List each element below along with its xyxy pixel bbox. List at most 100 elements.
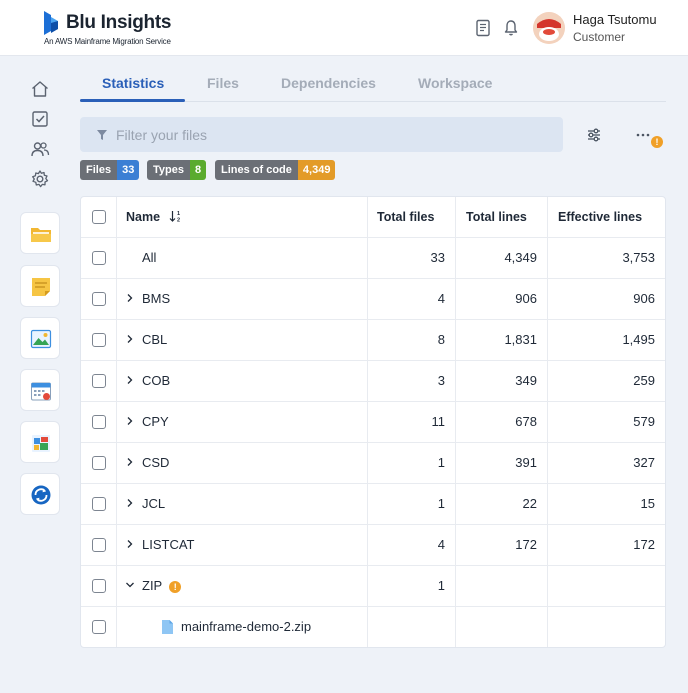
row-checkbox[interactable] (92, 579, 106, 593)
user-name[interactable]: Haga Tsutomu (573, 12, 657, 27)
chevron-right-icon[interactable] (125, 498, 135, 508)
tab-workspace[interactable]: Workspace (418, 75, 492, 91)
row-total-files: 3 (437, 373, 445, 388)
sync-icon (31, 485, 51, 505)
row-checkbox[interactable] (92, 374, 106, 388)
types-count-badge: Types 8 (147, 160, 207, 180)
logo-subtitle: An AWS Mainframe Migration Service (44, 37, 171, 46)
filter-bar (80, 117, 563, 152)
row-total-lines: 22 (522, 496, 537, 511)
row-name[interactable]: mainframe-demo-2.zip (181, 607, 311, 647)
file-icon (162, 620, 173, 634)
sort-icon[interactable]: 1 2 (169, 209, 183, 224)
row-effective-lines (547, 607, 655, 647)
row-total-files: 1 (437, 455, 445, 470)
table-row[interactable]: ZIP! 1 (81, 566, 665, 607)
sliders-icon[interactable] (582, 123, 606, 147)
app-tile-calendar[interactable] (20, 369, 60, 411)
app-tile-sync[interactable] (20, 473, 60, 515)
table-row[interactable]: JCL 1 22 15 (81, 484, 665, 525)
chevron-right-icon[interactable] (125, 416, 135, 426)
select-all-checkbox[interactable] (92, 210, 106, 224)
row-total-files: 8 (437, 332, 445, 347)
bell-icon[interactable] (503, 19, 519, 37)
row-name: ZIP! (142, 566, 182, 606)
table-row[interactable]: BMS 4 906 906 (81, 279, 665, 320)
user-role: Customer (573, 30, 626, 44)
tasks-icon[interactable] (30, 109, 50, 129)
row-checkbox[interactable] (92, 415, 106, 429)
image-icon (30, 329, 52, 349)
home-icon[interactable] (30, 79, 50, 99)
col-effective-lines[interactable]: Effective lines (558, 197, 642, 237)
col-total-files[interactable]: Total files (377, 197, 434, 237)
row-total-lines: 391 (515, 455, 537, 470)
chevron-right-icon[interactable] (125, 539, 135, 549)
lines-of-code-badge: Lines of code 4,349 (215, 160, 336, 180)
row-total-lines: 349 (515, 373, 537, 388)
documentation-icon[interactable] (475, 19, 491, 37)
badge-label: Types (147, 160, 190, 180)
row-checkbox[interactable] (92, 292, 106, 306)
chevron-right-icon[interactable] (125, 334, 135, 344)
active-tab-indicator (80, 99, 185, 102)
table-row[interactable]: COB 3 349 259 (81, 361, 665, 402)
tab-dependencies[interactable]: Dependencies (281, 75, 376, 91)
row-name: CSD (142, 455, 170, 470)
row-checkbox[interactable] (92, 620, 106, 634)
row-name: LISTCAT (142, 537, 195, 552)
table-row[interactable]: CSD 1 391 327 (81, 443, 665, 484)
row-name: COB (142, 373, 171, 388)
app-tile-gallery[interactable] (20, 317, 60, 359)
dashboard-icon (32, 435, 50, 452)
row-effective-lines: 15 (640, 496, 655, 511)
row-checkbox[interactable] (92, 538, 106, 552)
folder-icon (31, 228, 51, 242)
row-total-files: 4 (437, 291, 445, 306)
row-checkbox[interactable] (92, 251, 106, 265)
row-checkbox[interactable] (92, 333, 106, 347)
row-total-lines: 172 (515, 537, 537, 552)
chevron-right-icon[interactable] (125, 457, 135, 467)
row-effective-lines: 259 (633, 373, 655, 388)
app-tile-files[interactable] (20, 212, 60, 254)
table-row[interactable]: mainframe-demo-2.zip (81, 607, 665, 648)
row-total-lines: 906 (515, 291, 537, 306)
statistics-table: Name 1 2 Total files Total lines Effecti… (80, 196, 666, 648)
avatar-image (533, 12, 565, 44)
row-name: BMS (142, 291, 171, 306)
table-header-row: Name 1 2 Total files Total lines Effecti… (81, 197, 665, 238)
tab-files[interactable]: Files (207, 75, 239, 91)
app-tile-dashboard[interactable] (20, 421, 60, 463)
row-total-files (367, 607, 445, 647)
app-tile-notes[interactable] (20, 265, 60, 307)
row-total-lines: 4,349 (504, 250, 537, 265)
row-total-files: 4 (437, 537, 445, 552)
table-row[interactable]: All 33 4,349 3,753 (81, 238, 665, 279)
filter-input[interactable] (116, 117, 546, 152)
chevron-right-icon[interactable] (125, 293, 135, 303)
table-row[interactable]: CPY 11 678 579 (81, 402, 665, 443)
col-total-lines[interactable]: Total lines (466, 197, 527, 237)
app-header: Blu Insights An AWS Mainframe Migration … (0, 0, 688, 56)
row-effective-lines: 906 (633, 291, 655, 306)
row-total-lines: 1,831 (504, 332, 537, 347)
users-icon[interactable] (30, 139, 50, 159)
blu-insights-logo[interactable]: Blu Insights An AWS Mainframe Migration … (42, 10, 182, 48)
chevron-right-icon[interactable] (125, 375, 135, 385)
warning-icon[interactable]: ! (169, 580, 182, 593)
badge-value: 8 (189, 160, 207, 180)
table-row[interactable]: CBL 8 1,831 1,495 (81, 320, 665, 361)
row-checkbox[interactable] (92, 497, 106, 511)
avatar[interactable] (533, 12, 565, 44)
calendar-icon (31, 382, 51, 401)
chevron-down-icon[interactable] (125, 580, 135, 590)
gear-icon[interactable] (30, 169, 50, 189)
table-row[interactable]: LISTCAT 4 172 172 (81, 525, 665, 566)
tab-statistics[interactable]: Statistics (102, 75, 164, 91)
row-effective-lines: 327 (633, 455, 655, 470)
col-name[interactable]: Name 1 2 (126, 197, 183, 237)
notification-badge: ! (651, 136, 663, 148)
row-checkbox[interactable] (92, 456, 106, 470)
row-effective-lines: 172 (633, 537, 655, 552)
